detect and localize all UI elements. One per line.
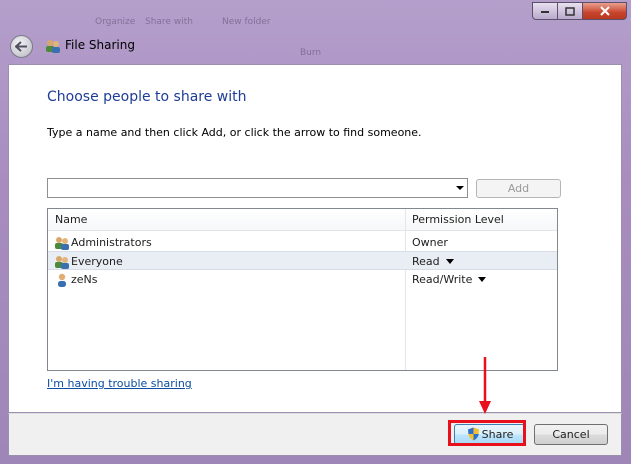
red-arrow-annotation: [479, 357, 491, 414]
add-button[interactable]: Add: [476, 179, 561, 198]
permission-level: Read/Write: [412, 273, 473, 286]
permission-level: Owner: [412, 236, 448, 249]
dropdown-arrow-icon[interactable]: [456, 186, 464, 190]
background-toolbar-item: Burn: [300, 48, 322, 58]
chevron-down-icon[interactable]: [478, 277, 487, 282]
name-input[interactable]: [50, 180, 450, 195]
back-arrow-icon: [15, 41, 27, 52]
column-header-name[interactable]: Name: [55, 213, 87, 226]
minimize-button[interactable]: [532, 2, 558, 20]
background-toolbar-item: Organize: [95, 17, 136, 27]
list-header: Name Permission Level: [48, 209, 557, 231]
cancel-button[interactable]: Cancel: [534, 424, 608, 445]
instruction-text: Type a name and then click Add, or click…: [47, 126, 422, 139]
user-name: zeNs: [71, 273, 98, 286]
group-icon: [55, 256, 69, 269]
file-sharing-icon: [46, 40, 60, 53]
maximize-icon: [565, 6, 575, 16]
permission-level: Read: [412, 255, 440, 268]
permissions-list: Name Permission Level Administrators Own…: [47, 208, 558, 371]
background-toolbar-item: New folder: [222, 17, 271, 27]
chevron-down-icon[interactable]: [445, 259, 454, 264]
group-icon: [55, 237, 69, 250]
list-item[interactable]: Administrators Owner: [48, 233, 557, 252]
list-item[interactable]: Everyone Read: [48, 251, 557, 270]
back-button[interactable]: [10, 35, 33, 58]
minimize-icon: [541, 11, 549, 13]
window-title: File Sharing: [65, 38, 135, 52]
name-combobox[interactable]: [47, 178, 468, 198]
user-name: Everyone: [71, 255, 123, 268]
user-name: Administrators: [71, 236, 152, 249]
close-button[interactable]: [583, 2, 627, 20]
button-bar: Share Cancel: [8, 413, 622, 456]
close-icon: [599, 6, 610, 16]
share-highlight-box: [448, 420, 526, 446]
permission-dropdown[interactable]: Read/Write: [412, 273, 487, 286]
permission-dropdown[interactable]: Read: [412, 255, 454, 268]
background-toolbar-item: Share with: [145, 17, 193, 27]
maximize-button[interactable]: [558, 2, 583, 20]
caption-buttons: [532, 2, 627, 20]
content-area: Choose people to share with Type a name …: [8, 64, 622, 413]
user-icon: [58, 273, 66, 287]
column-header-permission[interactable]: Permission Level: [412, 213, 504, 226]
trouble-sharing-link[interactable]: I'm having trouble sharing: [47, 377, 192, 390]
list-item[interactable]: zeNs Read/Write: [48, 270, 557, 289]
page-heading: Choose people to share with: [47, 89, 247, 105]
